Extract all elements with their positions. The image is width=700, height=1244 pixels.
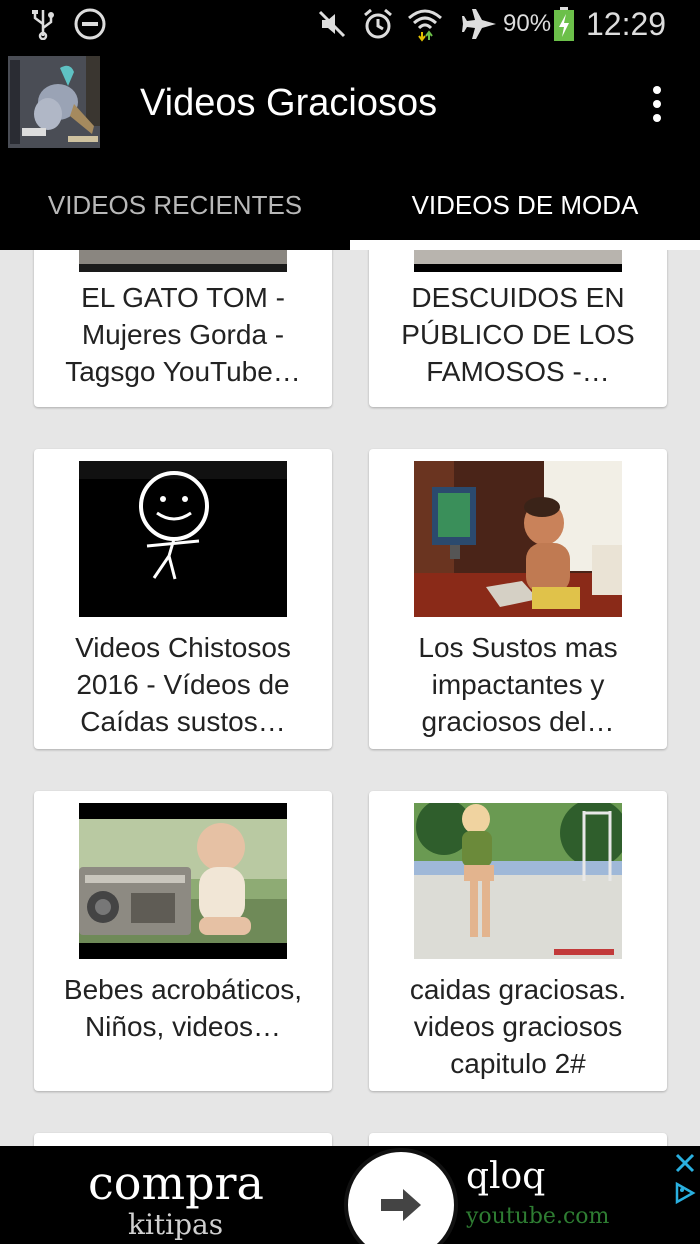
video-title: caidas graciosas. videos graciosos capit… — [409, 974, 627, 1079]
battery-icon — [550, 6, 578, 42]
video-title: Los Sustos mas impactantes y graciosos d… — [418, 632, 618, 737]
video-grid[interactable]: EL GATO TOM - Mujeres Gorda - Tagsgo You… — [0, 250, 700, 1146]
airplane-icon — [460, 6, 500, 42]
video-thumbnail — [79, 250, 287, 272]
video-thumbnail — [414, 250, 622, 272]
video-card[interactable]: Videos Chistosos 2016 - Vídeos de Caídas… — [34, 449, 332, 749]
video-title: Videos Chistosos 2016 - Vídeos de Caídas… — [75, 632, 291, 737]
video-card[interactable]: caidas graciosas. videos graciosos capit… — [369, 791, 667, 1091]
ad-subline: kitipas — [128, 1208, 224, 1241]
alarm-icon — [360, 6, 396, 42]
tab-indicator — [350, 240, 700, 250]
ad-advertiser: qloq — [466, 1156, 546, 1197]
tab-videos-de-moda[interactable]: VIDEOS DE MODA — [350, 160, 700, 250]
video-thumbnail — [79, 461, 287, 617]
video-card[interactable]: Bebes acrobáticos, Niños, videos… — [34, 791, 332, 1091]
app-bar: Videos Graciosos — [0, 48, 700, 160]
status-bar: 90% 12:29 — [0, 0, 700, 48]
video-thumbnail — [414, 461, 622, 617]
do-not-disturb-icon — [72, 6, 108, 42]
video-title: Bebes acrobáticos, Niños, videos… — [63, 974, 303, 1042]
video-card[interactable]: EL GATO TOM - Mujeres Gorda - Tagsgo You… — [34, 250, 332, 407]
video-card[interactable] — [34, 1133, 332, 1146]
tab-videos-recientes[interactable]: VIDEOS RECIENTES — [0, 160, 350, 250]
video-card[interactable]: DESCUIDOS EN PÚBLICO DE LOS FAMOSOS -… — [369, 250, 667, 407]
overflow-menu-icon[interactable] — [640, 84, 674, 124]
mute-icon — [314, 6, 350, 42]
video-card[interactable] — [369, 1133, 667, 1146]
ad-banner[interactable]: compra kitipas qloq youtube.com — [0, 1146, 700, 1244]
tab-bar: VIDEOS RECIENTES VIDEOS DE MODA — [0, 160, 700, 250]
ad-choices-icon[interactable] — [672, 1180, 698, 1206]
video-title: DESCUIDOS EN PÚBLICO DE LOS FAMOSOS -… — [401, 282, 635, 387]
video-thumbnail — [414, 803, 622, 959]
ad-domain: youtube.com — [466, 1204, 610, 1229]
clock: 12:29 — [586, 6, 667, 42]
app-title: Videos Graciosos — [140, 82, 438, 124]
ad-go-button[interactable] — [344, 1148, 458, 1244]
ad-close-icon[interactable] — [672, 1150, 698, 1176]
wifi-icon — [404, 6, 446, 42]
battery-percent: 90% — [503, 10, 552, 37]
video-title: EL GATO TOM - Mujeres Gorda - Tagsgo You… — [65, 282, 301, 387]
video-thumbnail — [79, 803, 287, 959]
video-card[interactable]: Los Sustos mas impactantes y graciosos d… — [369, 449, 667, 749]
arrow-right-icon — [381, 1189, 421, 1221]
usb-icon — [26, 6, 60, 42]
ad-headline: compra — [88, 1156, 264, 1210]
app-logo[interactable] — [8, 56, 100, 148]
